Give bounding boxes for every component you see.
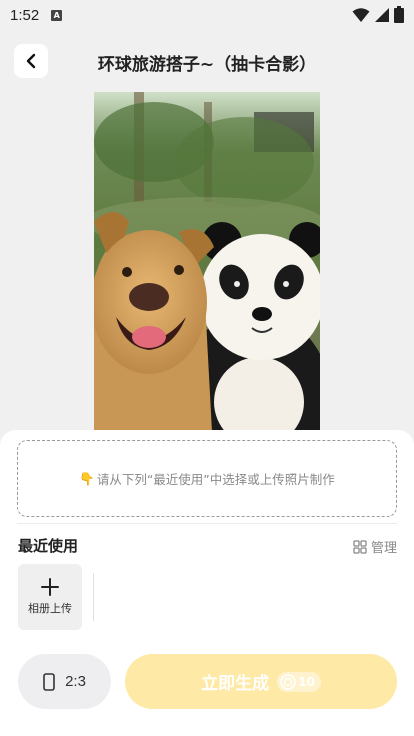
bottom-sheet: 👇 请从下列“最近使用”中选择或上传照片制作 最近使用 管理 相册上传 2:3 … <box>0 430 414 736</box>
dog-panda-photo <box>94 92 320 432</box>
wifi-icon <box>352 7 370 22</box>
upload-photo-area[interactable]: 👇 请从下列“最近使用”中选择或上传照片制作 <box>17 440 397 517</box>
manage-label: 管理 <box>370 541 397 556</box>
album-upload-button[interactable]: 相册上传 <box>18 564 82 630</box>
album-upload-label: 相册上传 <box>28 602 72 615</box>
top-bar: 环球旅游搭子~（抽卡合影） <box>0 38 414 84</box>
aspect-ratio-label: 2:3 <box>65 673 86 690</box>
plus-icon <box>41 578 59 596</box>
page-title: 环球旅游搭子~（抽卡合影） <box>97 55 317 75</box>
status-bar: 1:52 A <box>0 0 414 30</box>
album-separator <box>93 573 94 621</box>
generate-label: 立即生成 <box>201 674 270 694</box>
preview-image <box>94 92 320 432</box>
upload-hint-text: 请从下列“最近使用”中选择或上传照片制作 <box>96 472 335 487</box>
notification-icon: A <box>51 9 63 21</box>
phone-icon <box>43 672 55 691</box>
recent-title: 最近使用 <box>18 537 79 555</box>
grid-icon <box>353 539 367 554</box>
coin-icon <box>280 673 296 690</box>
cost-value: 10 <box>298 674 315 689</box>
divider <box>17 523 397 524</box>
manage-button[interactable]: 管理 <box>353 537 397 556</box>
signal-icon <box>375 7 389 22</box>
status-time: 1:52 <box>10 6 40 24</box>
aspect-ratio-button[interactable]: 2:3 <box>18 654 111 709</box>
pointing-down-icon: 👇 <box>79 470 95 486</box>
status-icons <box>352 6 404 23</box>
cost-badge: 10 <box>277 671 321 692</box>
generate-button[interactable]: 立即生成 10 <box>125 654 397 709</box>
battery-icon <box>394 6 404 23</box>
